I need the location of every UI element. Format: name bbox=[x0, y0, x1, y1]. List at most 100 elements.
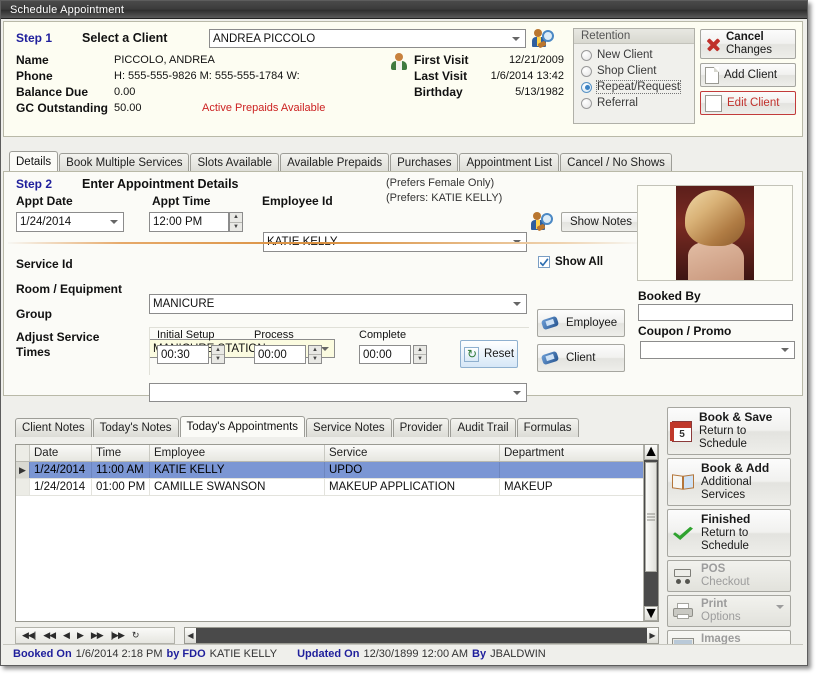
appt-time-input[interactable]: 12:00 PM bbox=[149, 212, 229, 232]
appointments-grid[interactable]: Date Time Employee Service Department ▶ … bbox=[15, 444, 659, 622]
client-info-panel: Step 1 Select a Client ANDREA PICCOLO Na… bbox=[3, 21, 803, 137]
tab-appointment-list[interactable]: Appointment List bbox=[459, 153, 559, 172]
print-options-button[interactable]: Print Options bbox=[667, 595, 791, 627]
grid-col-employee[interactable]: Employee bbox=[150, 445, 325, 461]
appt-time-stepper[interactable]: ▲ ▼ bbox=[229, 212, 243, 232]
chevron-down-icon[interactable] bbox=[776, 605, 784, 609]
add-client-label: Add Client bbox=[724, 69, 777, 81]
tab-label: Client Notes bbox=[22, 422, 85, 434]
scroll-down-icon[interactable]: ▼ bbox=[644, 606, 658, 621]
stepper-up-icon[interactable]: ▲ bbox=[414, 346, 426, 355]
process-label: Process bbox=[254, 329, 294, 341]
balance-due-label: Balance Due bbox=[16, 85, 88, 99]
tab-service-notes[interactable]: Service Notes bbox=[306, 418, 392, 437]
book-and-save-button[interactable]: 5 Book & Save Return to Schedule bbox=[667, 407, 791, 455]
tab-cancel-no-shows[interactable]: Cancel / No Shows bbox=[560, 153, 672, 172]
appt-date-combo[interactable]: 1/24/2014 bbox=[16, 212, 124, 232]
stepper-down-icon[interactable]: ▼ bbox=[230, 223, 242, 232]
next-record-icon[interactable]: ▶ bbox=[77, 630, 83, 641]
updated-by-label: By bbox=[472, 648, 486, 660]
next-page-icon[interactable]: ▶▶ bbox=[91, 630, 103, 641]
last-record-icon[interactable]: |▶▶ bbox=[111, 630, 124, 641]
initial-setup-stepper[interactable]: ▲▼ bbox=[211, 345, 225, 364]
table-row[interactable]: 1/24/2014 01:00 PM CAMILLE SWANSON MAKEU… bbox=[16, 479, 658, 496]
grid-horizontal-scrollbar[interactable]: ◀ ▶ bbox=[184, 627, 659, 644]
process-stepper[interactable]: ▲▼ bbox=[308, 345, 322, 364]
tab-provider[interactable]: Provider bbox=[393, 418, 450, 437]
tab-audit-trail[interactable]: Audit Trail bbox=[450, 418, 515, 437]
stepper-up-icon[interactable]: ▲ bbox=[230, 213, 242, 223]
table-row[interactable]: ▶ 1/24/2014 11:00 AM KATIE KELLY UPDO bbox=[16, 462, 658, 479]
tab-book-multiple-services[interactable]: Book Multiple Services bbox=[59, 153, 189, 172]
process-input[interactable]: 00:00 bbox=[254, 345, 306, 364]
room-equipment-label: Room / Equipment bbox=[16, 282, 122, 296]
tab-details[interactable]: Details bbox=[9, 151, 58, 172]
tab-purchases[interactable]: Purchases bbox=[390, 153, 458, 172]
scroll-right-icon[interactable]: ▶ bbox=[647, 628, 658, 643]
radio-icon bbox=[581, 98, 592, 109]
add-client-button[interactable]: Add Client bbox=[700, 63, 796, 87]
client-notes-button[interactable]: Client bbox=[537, 344, 625, 372]
show-all-checkbox[interactable]: Show All bbox=[538, 256, 603, 268]
record-navigator[interactable]: ◀◀| ◀◀ ◀ ▶ ▶▶ |▶▶ ↻ bbox=[15, 627, 175, 644]
stepper-up-icon[interactable]: ▲ bbox=[309, 346, 321, 355]
tab-todays-notes[interactable]: Today's Notes bbox=[93, 418, 179, 437]
prev-page-icon[interactable]: ◀◀ bbox=[43, 630, 55, 641]
service-id-combo[interactable]: MANICURE bbox=[149, 294, 527, 314]
tab-label: Audit Trail bbox=[457, 422, 508, 434]
tab-label: Slots Available bbox=[197, 157, 272, 169]
reset-times-button[interactable]: Reset bbox=[460, 340, 518, 368]
finished-line2: Return to bbox=[701, 527, 750, 540]
birthday-value: 5/13/1982 bbox=[424, 86, 564, 98]
edit-client-button[interactable]: Edit Client bbox=[700, 91, 796, 115]
tab-client-notes[interactable]: Client Notes bbox=[15, 418, 92, 437]
grid-col-department[interactable]: Department bbox=[500, 445, 658, 461]
book-and-add-button[interactable]: Book & Add Additional Services bbox=[667, 458, 791, 506]
prev-record-icon[interactable]: ◀ bbox=[63, 630, 69, 641]
cell-time: 11:00 AM bbox=[92, 462, 150, 478]
active-prepaids-note: Active Prepaids Available bbox=[202, 102, 325, 114]
scroll-left-icon[interactable]: ◀ bbox=[185, 628, 196, 643]
complete-stepper[interactable]: ▲▼ bbox=[413, 345, 427, 364]
tab-todays-appointments[interactable]: Today's Appointments bbox=[180, 416, 306, 437]
grid-col-date[interactable]: Date bbox=[30, 445, 92, 461]
pos-checkout-button[interactable]: POS Checkout bbox=[667, 560, 791, 592]
client-select-combo[interactable]: ANDREA PICCOLO bbox=[209, 29, 526, 48]
grid-col-service[interactable]: Service bbox=[325, 445, 500, 461]
complete-value: 00:00 bbox=[363, 349, 392, 361]
grid-vertical-scrollbar[interactable]: ▲ ▼ bbox=[643, 445, 658, 621]
retention-option-new-client[interactable]: New Client bbox=[574, 47, 694, 63]
bottom-tabstrip: Client Notes Today's Notes Today's Appoi… bbox=[15, 416, 580, 437]
refresh-icon[interactable]: ↻ bbox=[132, 630, 139, 641]
group-combo[interactable] bbox=[149, 383, 527, 402]
main-tabstrip: Details Book Multiple Services Slots Ava… bbox=[9, 151, 673, 172]
row-indicator: ▶ bbox=[16, 462, 30, 478]
complete-input[interactable]: 00:00 bbox=[359, 345, 411, 364]
first-record-icon[interactable]: ◀◀| bbox=[22, 630, 35, 641]
employee-lookup-icon[interactable] bbox=[531, 210, 555, 232]
show-notes-button[interactable]: Show Notes bbox=[561, 212, 641, 232]
stepper-up-icon[interactable]: ▲ bbox=[212, 346, 224, 355]
coupon-promo-combo[interactable] bbox=[640, 341, 795, 359]
client-lookup-icon[interactable] bbox=[532, 27, 556, 49]
cell-department: MAKEUP bbox=[500, 479, 658, 495]
employee-notes-button[interactable]: Employee bbox=[537, 309, 625, 337]
initial-setup-label: Initial Setup bbox=[157, 329, 214, 341]
grid-col-time[interactable]: Time bbox=[92, 445, 150, 461]
retention-option-referral[interactable]: Referral bbox=[574, 95, 694, 111]
retention-option-shop-client[interactable]: Shop Client bbox=[574, 63, 694, 79]
book-and-add-line3: Services bbox=[701, 489, 769, 502]
stepper-down-icon[interactable]: ▼ bbox=[309, 355, 321, 363]
tab-available-prepaids[interactable]: Available Prepaids bbox=[280, 153, 389, 172]
tab-formulas[interactable]: Formulas bbox=[517, 418, 579, 437]
cancel-changes-button[interactable]: Cancel Changes bbox=[700, 29, 796, 59]
scroll-up-icon[interactable]: ▲ bbox=[644, 445, 658, 460]
retention-option-repeat-request[interactable]: Repeat/Request bbox=[574, 79, 694, 95]
stepper-down-icon[interactable]: ▼ bbox=[212, 355, 224, 363]
stepper-down-icon[interactable]: ▼ bbox=[414, 355, 426, 363]
initial-setup-input[interactable]: 00:30 bbox=[157, 345, 209, 364]
scrollbar-thumb[interactable] bbox=[645, 462, 657, 572]
booked-by-input[interactable] bbox=[638, 304, 793, 321]
finished-button[interactable]: Finished Return to Schedule bbox=[667, 509, 791, 557]
tab-slots-available[interactable]: Slots Available bbox=[190, 153, 279, 172]
